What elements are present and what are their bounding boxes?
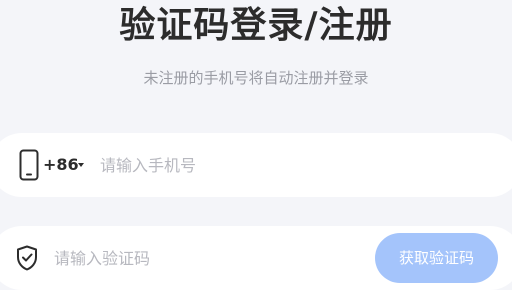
country-code[interactable]: +86 — [43, 153, 79, 177]
phone-icon — [18, 149, 40, 181]
verification-code-input[interactable] — [54, 246, 304, 270]
phone-field[interactable]: +86 — [0, 133, 512, 197]
page-title: 验证码登录/注册 — [119, 5, 393, 46]
page-subtitle: 未注册的手机号将自动注册并登录 — [143, 69, 369, 87]
get-code-button[interactable]: 获取验证码 — [375, 233, 498, 283]
code-field[interactable]: 获取验证码 — [0, 226, 512, 290]
shield-check-icon — [16, 245, 38, 271]
caret-down-icon[interactable] — [78, 163, 84, 167]
phone-input[interactable] — [100, 153, 400, 177]
